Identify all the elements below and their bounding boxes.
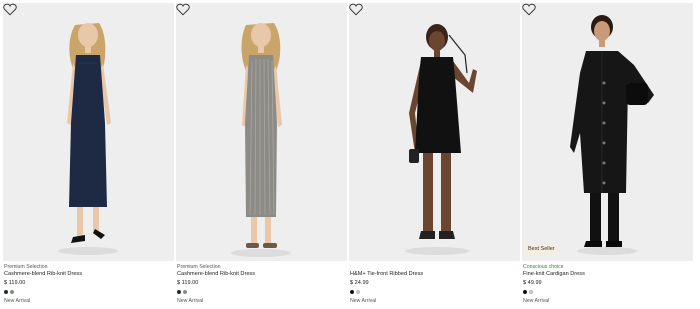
product-info: H&M+ Tie-front Ribbed Dress $ 24.99 New … [350,264,518,305]
product-card[interactable]: H&M+ Tie-front Ribbed Dress $ 24.99 New … [349,0,520,309]
product-info: Premium Selection Cashmere-blend Rib-kni… [4,264,172,305]
product-card[interactable]: Premium Selection Cashmere-blend Rib-kni… [176,0,347,309]
product-card[interactable]: Premium Selection Cashmere-blend Rib-kni… [3,0,174,309]
product-title[interactable]: H&M+ Tie-front Ribbed Dress [350,271,518,278]
product-grid: Premium Selection Cashmere-blend Rib-kni… [0,0,700,309]
product-info: Premium Selection Cashmere-blend Rib-kni… [177,264,345,305]
color-swatches [523,288,691,296]
product-title[interactable]: Cashmere-blend Rib-knit Dress [4,271,172,278]
color-swatch-black[interactable] [350,290,354,294]
product-image[interactable]: Best Seller [522,3,693,261]
color-swatches [350,288,518,296]
product-info: Conscious choice Fine-knit Cardigan Dres… [523,264,691,305]
color-swatch-grey[interactable] [183,290,187,294]
product-image[interactable] [3,3,174,261]
product-image[interactable] [176,3,347,261]
color-swatch-beige[interactable] [356,290,360,294]
product-price: $ 119.00 [4,280,26,286]
color-swatch-beige[interactable] [529,290,533,294]
product-tag: Premium Selection [177,264,221,270]
new-arrival-label: New Arrival [4,298,31,304]
color-swatch-grey[interactable] [10,290,14,294]
model-navy-dress-image [3,3,174,261]
heart-outline-icon[interactable] [522,3,536,16]
color-swatch-navy[interactable] [4,290,8,294]
heart-outline-icon[interactable] [349,3,363,16]
product-tag: Premium Selection [4,264,48,270]
best-seller-badge: Best Seller [525,244,558,255]
new-arrival-label: New Arrival [350,298,377,304]
model-black-dress-image [349,3,520,261]
product-tag [350,264,518,271]
new-arrival-label: New Arrival [523,298,550,304]
color-swatch-black[interactable] [523,290,527,294]
model-grey-dress-image [176,3,347,261]
color-swatches [4,288,172,296]
product-tag: Conscious choice [523,264,564,270]
color-swatch-navy[interactable] [177,290,181,294]
color-swatches [177,288,345,296]
product-price: $ 49.99 [523,280,542,286]
new-arrival-label: New Arrival [177,298,204,304]
product-card[interactable]: Best Seller Conscious choice Fine-knit C… [522,0,693,309]
heart-outline-icon[interactable] [3,3,17,16]
model-black-cardigan-image [522,3,693,261]
heart-outline-icon[interactable] [176,3,190,16]
product-image[interactable] [349,3,520,261]
product-price: $ 119.00 [177,280,199,286]
product-price: $ 24.99 [350,280,369,286]
product-title[interactable]: Cashmere-blend Rib-knit Dress [177,271,345,278]
product-title[interactable]: Fine-knit Cardigan Dress [523,271,691,278]
